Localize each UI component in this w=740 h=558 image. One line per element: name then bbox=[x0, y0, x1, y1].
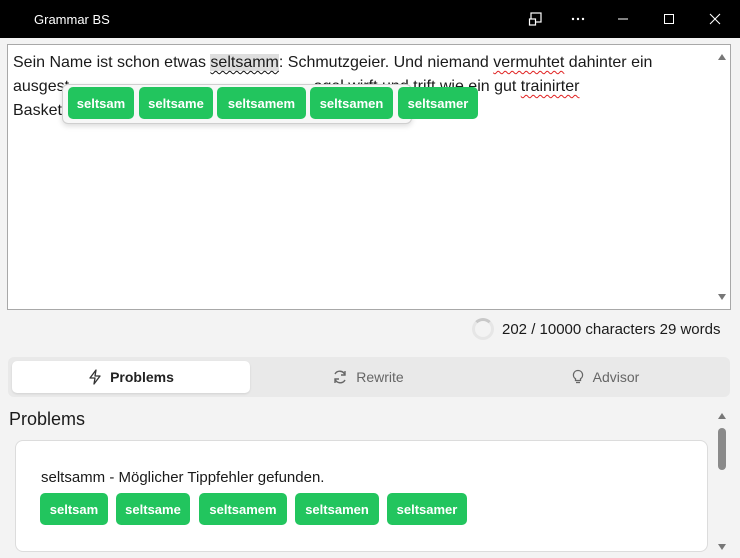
problem-suggestion-button[interactable]: seltsamem bbox=[199, 493, 287, 525]
close-button[interactable] bbox=[692, 0, 738, 38]
progress-ring-icon bbox=[472, 318, 494, 340]
text-segment: : Schmutzgeier. Und niemand bbox=[278, 54, 494, 71]
counter-text: 202 / 10000 characters 29 words bbox=[502, 320, 721, 338]
tab-label: Problems bbox=[110, 369, 174, 385]
tab-label: Advisor bbox=[592, 369, 640, 385]
tab-advisor[interactable]: Advisor bbox=[486, 361, 724, 393]
section-title: Problems bbox=[9, 409, 86, 429]
popup-suggestion-button[interactable]: seltsamen bbox=[310, 87, 393, 119]
problem-card: seltsamm - Möglicher Tippfehler gefunden… bbox=[15, 440, 708, 552]
text-segment: Sein Name ist schon etwas bbox=[13, 54, 211, 71]
popup-suggestion-button[interactable]: seltsame bbox=[139, 87, 213, 119]
minimize-button[interactable] bbox=[600, 0, 646, 38]
highlighted-word[interactable]: seltsamm bbox=[210, 54, 279, 71]
scroll-up-arrow-icon[interactable] bbox=[718, 54, 726, 60]
app-title: Grammar BS bbox=[34, 12, 110, 27]
lightbulb-icon bbox=[572, 369, 583, 384]
scroll-down-arrow-icon[interactable] bbox=[718, 544, 726, 550]
popup-suggestion-button[interactable]: seltsamem bbox=[217, 87, 306, 119]
problem-suggestion-button[interactable]: seltsam bbox=[40, 493, 108, 525]
scroll-up-arrow-icon[interactable] bbox=[718, 413, 726, 419]
scroll-down-arrow-icon[interactable] bbox=[718, 294, 726, 300]
refresh-icon bbox=[334, 370, 346, 384]
scroll-thumb[interactable] bbox=[718, 428, 726, 470]
tab-label: Rewrite bbox=[356, 369, 404, 385]
cast-icon[interactable] bbox=[513, 0, 559, 38]
problem-suggestion-button[interactable]: seltsamer bbox=[387, 493, 467, 525]
maximize-button[interactable] bbox=[646, 0, 692, 38]
lightning-icon bbox=[89, 369, 101, 385]
problem-suggestion-button[interactable]: seltsame bbox=[116, 493, 190, 525]
popup-suggestion-button[interactable]: seltsam bbox=[68, 87, 134, 119]
title-bar: Grammar BS bbox=[0, 0, 740, 38]
tab-bar: Problems Rewrite Advisor bbox=[8, 357, 730, 397]
tab-problems[interactable]: Problems bbox=[12, 361, 250, 393]
editor-scrollbar[interactable] bbox=[714, 45, 730, 309]
problems-scrollbar[interactable] bbox=[714, 408, 730, 558]
tab-rewrite[interactable]: Rewrite bbox=[254, 361, 482, 393]
more-options-icon[interactable] bbox=[555, 0, 601, 38]
problem-suggestion-button[interactable]: seltsamen bbox=[295, 493, 379, 525]
misspelled-word[interactable]: trainirter bbox=[521, 78, 580, 95]
character-counter: 202 / 10000 characters 29 words bbox=[472, 317, 720, 341]
misspelled-word[interactable]: vermuhtet bbox=[493, 54, 564, 71]
problem-message: seltsamm - Möglicher Tippfehler gefunden… bbox=[41, 469, 325, 486]
popup-suggestion-button[interactable]: seltsamer bbox=[398, 87, 478, 119]
suggestion-popup: seltsam seltsame seltsamem seltsamen sel… bbox=[62, 84, 478, 124]
